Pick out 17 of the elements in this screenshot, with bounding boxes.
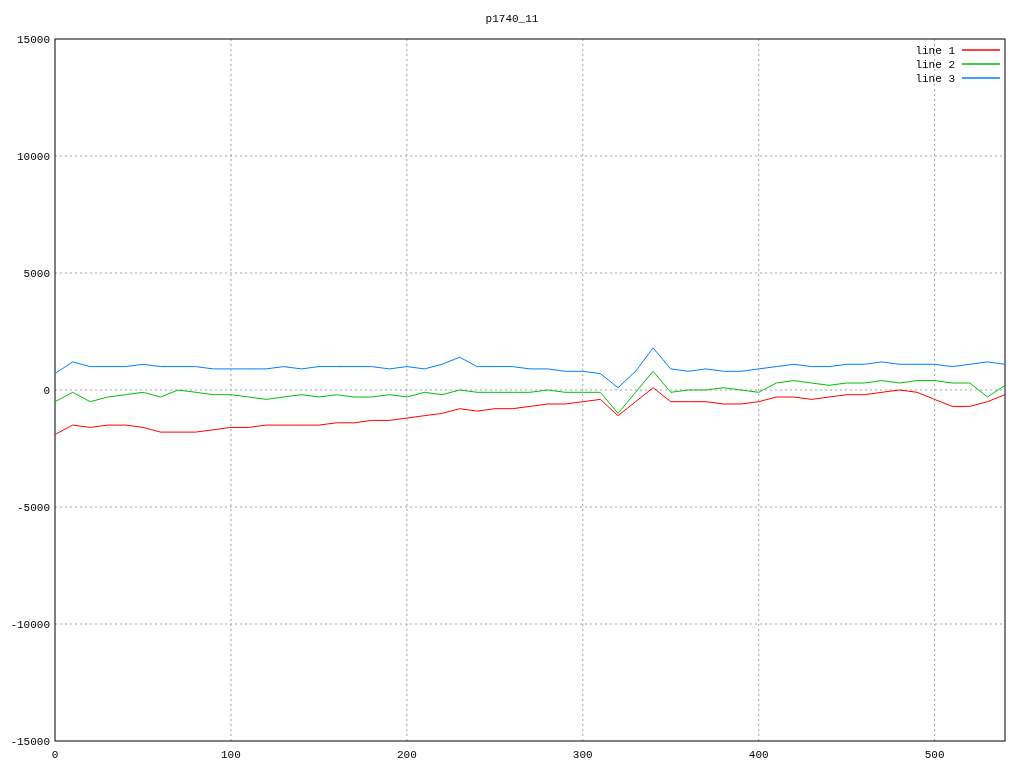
chart-title: p1740_11	[485, 13, 539, 25]
y-tick-label: -15000	[10, 736, 50, 748]
x-tick-label: 400	[748, 749, 769, 761]
x-tick-label: 100	[221, 749, 241, 761]
y-tick-label: 5000	[23, 268, 50, 280]
x-tick-label: 300	[572, 749, 593, 761]
legend-label: line 1	[915, 45, 955, 57]
legend-label: line 3	[915, 73, 955, 85]
y-tick-label: 10000	[17, 151, 50, 163]
y-tick-label: 15000	[17, 34, 50, 46]
x-tick-label: 500	[924, 749, 945, 761]
y-tick-label: 0	[43, 385, 50, 397]
x-tick-label: 0	[51, 749, 59, 761]
y-tick-label: -10000	[10, 619, 50, 631]
y-tick-label: -5000	[17, 502, 50, 514]
legend-label: line 2	[915, 59, 955, 71]
x-tick-label: 200	[396, 749, 417, 761]
